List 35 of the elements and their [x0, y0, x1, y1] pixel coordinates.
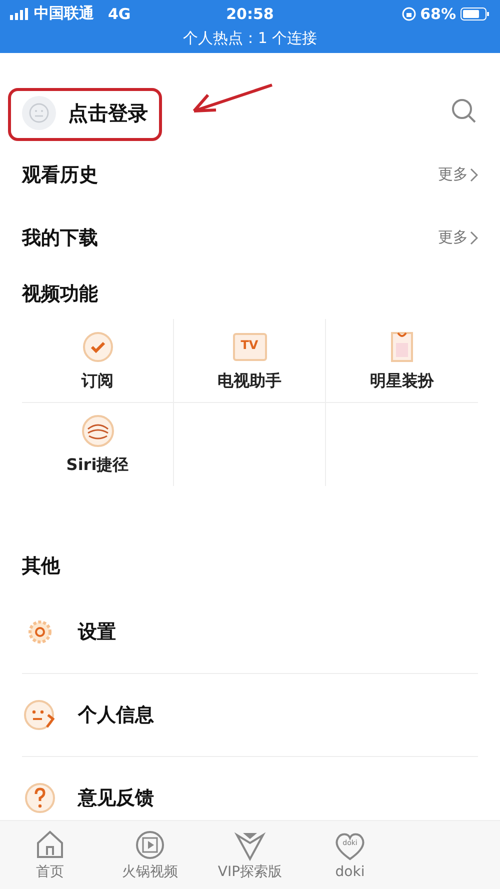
menu-item[interactable]: 意见反馈: [78, 785, 154, 811]
tab[interactable]: 首页: [0, 821, 100, 889]
battery-icon: [460, 6, 490, 20]
feature-tile[interactable]: 明星装扮: [326, 319, 478, 403]
menu-item[interactable]: 个人信息: [78, 702, 154, 728]
more-link[interactable]: 更多: [438, 165, 478, 184]
feature-tile[interactable]: TV 电视助手: [174, 319, 326, 403]
network-type: 4G: [108, 4, 131, 22]
battery-percent: 68%: [420, 4, 456, 22]
chevron-icon: [470, 230, 478, 244]
chevron-icon: [470, 168, 478, 182]
home-tab-icon: [34, 829, 66, 861]
tab[interactable]: 火锅视频: [100, 821, 200, 889]
section-title: 我的下载: [22, 226, 98, 250]
carrier-name: 中国联通: [34, 4, 94, 23]
hotpot-tab-icon: [134, 829, 166, 861]
question-icon: [22, 780, 58, 816]
section-title: 视频功能: [22, 282, 98, 307]
section-title: 其他: [22, 554, 60, 579]
tab[interactable]: VIP探索版: [200, 821, 300, 889]
hotspot-label: 个人热点：1 个连接: [182, 29, 318, 47]
signal-icon: [10, 8, 30, 20]
feature-tile[interactable]: Siri捷径: [22, 403, 174, 486]
clock: 20:58: [225, 4, 275, 22]
section-title: 观看历史: [22, 162, 98, 188]
feature-tile[interactable]: 订阅: [22, 319, 174, 403]
more-link[interactable]: 更多: [438, 228, 478, 247]
waves-icon: [80, 413, 116, 449]
avatar[interactable]: [22, 96, 56, 130]
rotation-lock-icon: [402, 6, 416, 20]
smiley-icon: [28, 102, 50, 124]
icon-label: TV: [240, 338, 260, 352]
search-icon: [450, 97, 478, 125]
menu-item[interactable]: 设置: [78, 619, 116, 645]
login-link[interactable]: 点击登录: [68, 100, 148, 126]
